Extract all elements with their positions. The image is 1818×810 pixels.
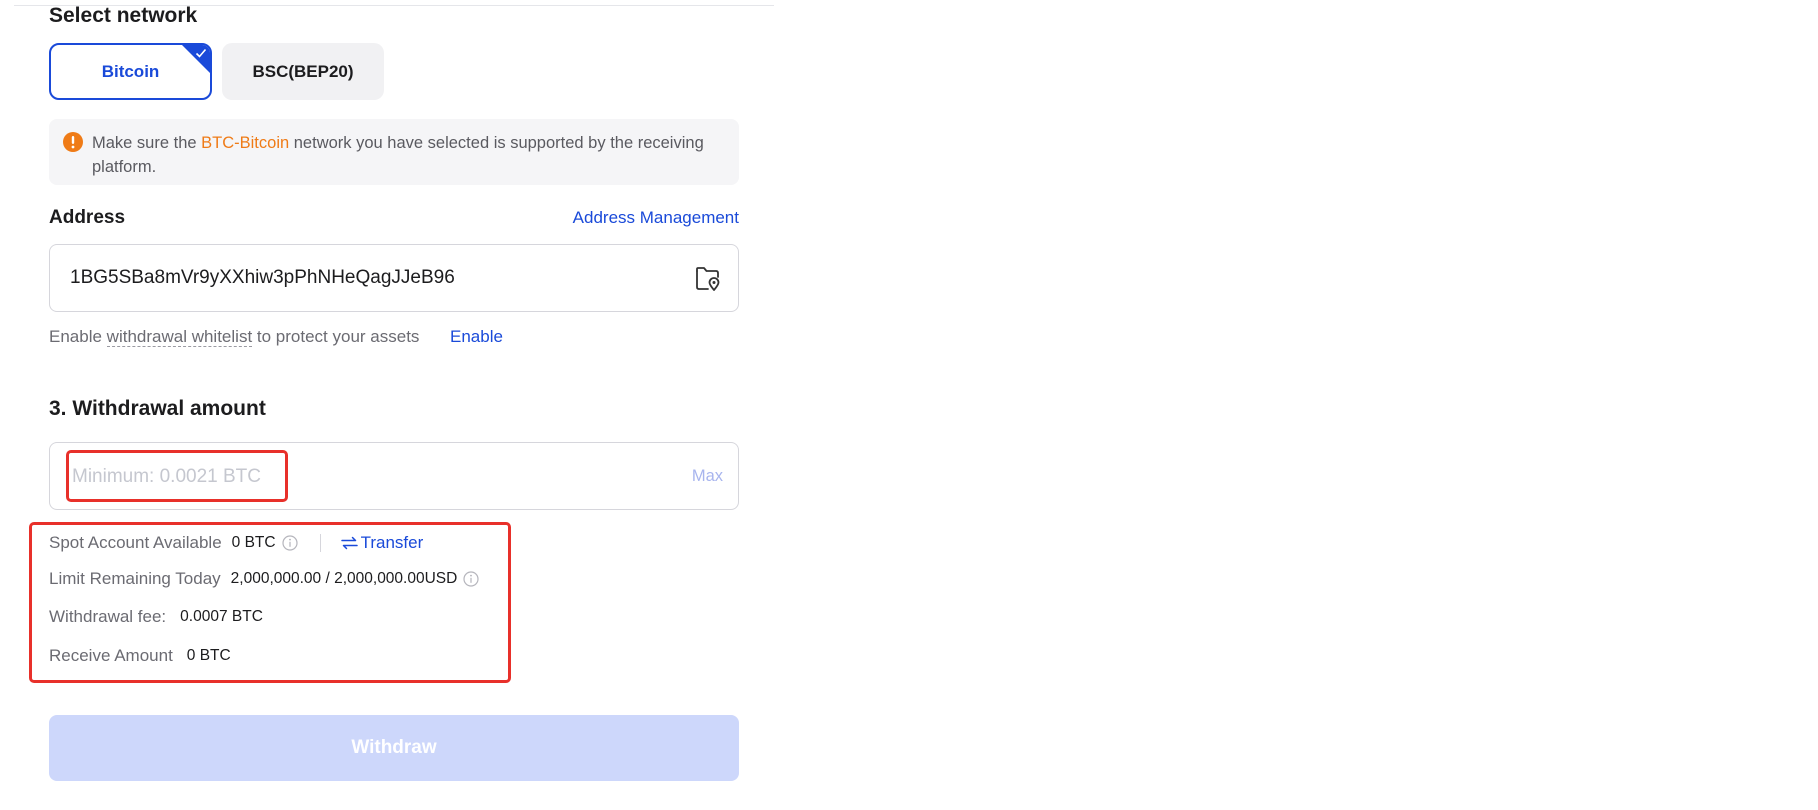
- withdrawal-amount-title: 3. Withdrawal amount: [49, 397, 266, 420]
- notice-network-highlight: BTC-Bitcoin: [201, 134, 290, 152]
- address-label: Address: [49, 207, 126, 228]
- notice-text-prefix: Make sure the: [92, 134, 202, 152]
- check-icon: [195, 48, 207, 58]
- max-button[interactable]: Max: [692, 467, 723, 486]
- network-option-bitcoin[interactable]: Bitcoin: [49, 43, 212, 100]
- address-value: 1BG5SBa8mVr9yXXhiw3pPhNHeQagJJeB96: [70, 267, 455, 288]
- whitelist-prefix: Enable: [49, 327, 107, 346]
- whitelist-hint: Enable withdrawal whitelist to protect y…: [49, 327, 419, 347]
- address-book-icon[interactable]: [694, 264, 722, 292]
- network-option-bsc[interactable]: BSC(BEP20): [222, 43, 384, 100]
- network-option-label: BSC(BEP20): [252, 61, 354, 81]
- network-notice: Make sure the BTC-Bitcoin network you ha…: [49, 119, 739, 185]
- network-option-label: Bitcoin: [101, 61, 160, 81]
- withdraw-button[interactable]: Withdraw: [49, 715, 739, 781]
- whitelist-suffix: to protect your assets: [252, 327, 420, 346]
- warning-icon: [63, 132, 83, 152]
- whitelist-term[interactable]: withdrawal whitelist: [106, 327, 253, 347]
- highlight-box-info: [29, 522, 511, 683]
- address-management-link[interactable]: Address Management: [573, 208, 739, 228]
- address-field[interactable]: 1BG5SBa8mVr9yXXhiw3pPhNHeQagJJeB96: [49, 244, 739, 312]
- highlight-box-amount: [66, 450, 288, 502]
- enable-whitelist-link[interactable]: Enable: [450, 327, 503, 347]
- select-network-title: Select network: [49, 4, 198, 27]
